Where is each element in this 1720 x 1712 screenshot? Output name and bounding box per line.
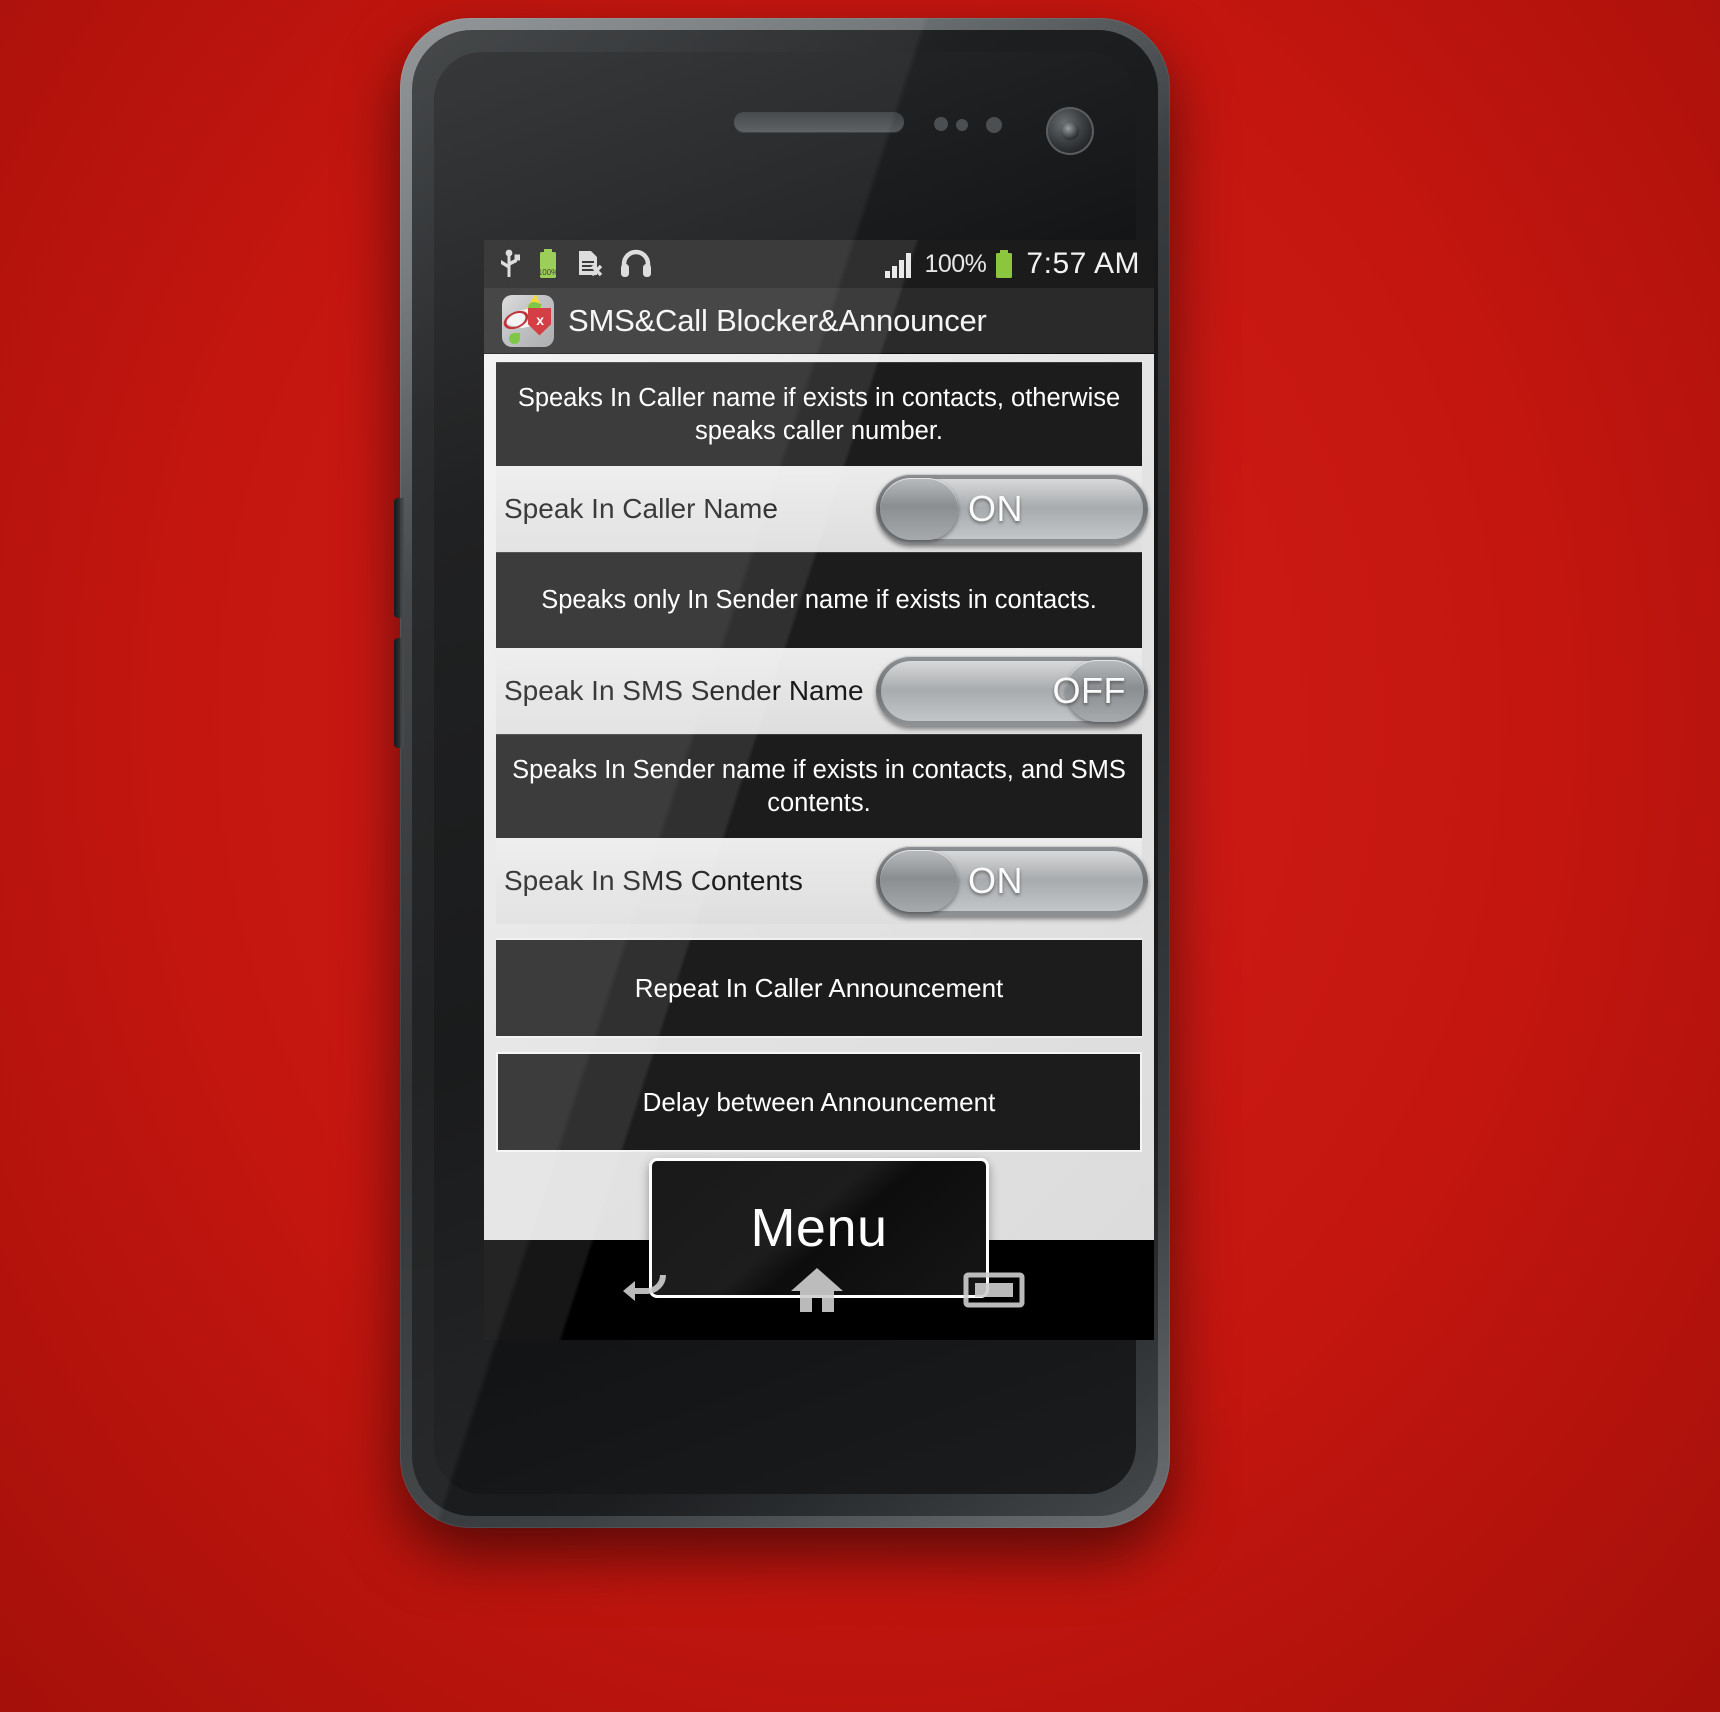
led-indicator-icon xyxy=(986,117,1002,133)
battery-percent-label: 100% xyxy=(924,249,987,278)
setting-label-speak-caller-name: Speak In Caller Name xyxy=(504,492,778,524)
toggle-state-label: OFF xyxy=(1052,670,1126,711)
headphones-icon xyxy=(621,249,651,277)
phone-inner-shell: 100% 100% 7:57 AM x SMS&Call Blocker&Ann… xyxy=(412,30,1158,1516)
signal-bars-icon xyxy=(885,253,912,278)
phone-screen: 100% 100% 7:57 AM x SMS&Call Blocker&Ann… xyxy=(484,240,1154,1340)
earpiece-speaker xyxy=(734,112,904,132)
setting-row-speak-sms-contents[interactable]: Speak In SMS Contents ON xyxy=(496,838,1148,924)
battery-charging-icon: 100% xyxy=(538,249,558,278)
app-title-bar: x SMS&Call Blocker&Announcer xyxy=(484,288,1154,354)
setting-label-speak-sms-sender-name: Speak In SMS Sender Name xyxy=(504,674,864,706)
toggle-speak-caller-name[interactable]: ON xyxy=(876,474,1148,544)
usb-icon xyxy=(501,249,520,277)
phone-bezel: 100% 100% 7:57 AM x SMS&Call Blocker&Ann… xyxy=(434,52,1154,1494)
setting-row-speak-caller-name[interactable]: Speak In Caller Name ON xyxy=(496,466,1148,552)
description-sms-sender-name: Speaks only In Sender name if exists in … xyxy=(496,552,1142,648)
back-icon[interactable] xyxy=(613,1265,671,1315)
status-bar: 100% 100% 7:57 AM xyxy=(484,240,1154,288)
status-bar-clock: 7:57 AM xyxy=(1026,247,1140,280)
svg-text:100%: 100% xyxy=(538,268,558,277)
description-sms-contents: Speaks In Sender name if exists in conta… xyxy=(496,734,1142,838)
power-key[interactable] xyxy=(394,638,404,748)
description-caller-name: Speaks In Caller name if exists in conta… xyxy=(496,362,1142,466)
app-icon: x xyxy=(502,294,554,347)
toggle-knob xyxy=(880,850,958,912)
battery-full-icon xyxy=(996,250,1013,278)
toggle-knob xyxy=(880,478,958,540)
toggle-state-label: ON xyxy=(968,860,1023,901)
volume-key[interactable] xyxy=(394,498,404,618)
toggle-state-label: ON xyxy=(968,488,1023,529)
phone-device: 100% 100% 7:57 AM x SMS&Call Blocker&Ann… xyxy=(394,18,1170,1528)
setting-label-speak-sms-contents: Speak In SMS Contents xyxy=(504,864,803,896)
status-bar-right-icons: 100% 7:57 AM xyxy=(884,247,1140,281)
front-camera-icon xyxy=(1046,107,1094,155)
proximity-sensor-icon xyxy=(934,117,948,131)
recent-apps-icon[interactable] xyxy=(963,1267,1025,1313)
status-bar-left-icons: 100% xyxy=(498,248,652,280)
sim-card-error-icon xyxy=(579,251,603,277)
delay-between-announcement-button[interactable]: Delay between Announcement xyxy=(496,1052,1142,1152)
repeat-caller-announcement-button[interactable]: Repeat In Caller Announcement xyxy=(496,938,1142,1038)
toggle-speak-sms-sender-name[interactable]: OFF xyxy=(876,656,1148,726)
home-icon[interactable] xyxy=(788,1264,846,1316)
toggle-speak-sms-contents[interactable]: ON xyxy=(876,846,1148,916)
light-sensor-icon xyxy=(956,119,968,131)
setting-row-speak-sms-sender-name[interactable]: Speak In SMS Sender Name OFF xyxy=(496,648,1148,734)
page-title: SMS&Call Blocker&Announcer xyxy=(568,302,987,338)
app-content: Speaks In Caller name if exists in conta… xyxy=(484,354,1154,1298)
